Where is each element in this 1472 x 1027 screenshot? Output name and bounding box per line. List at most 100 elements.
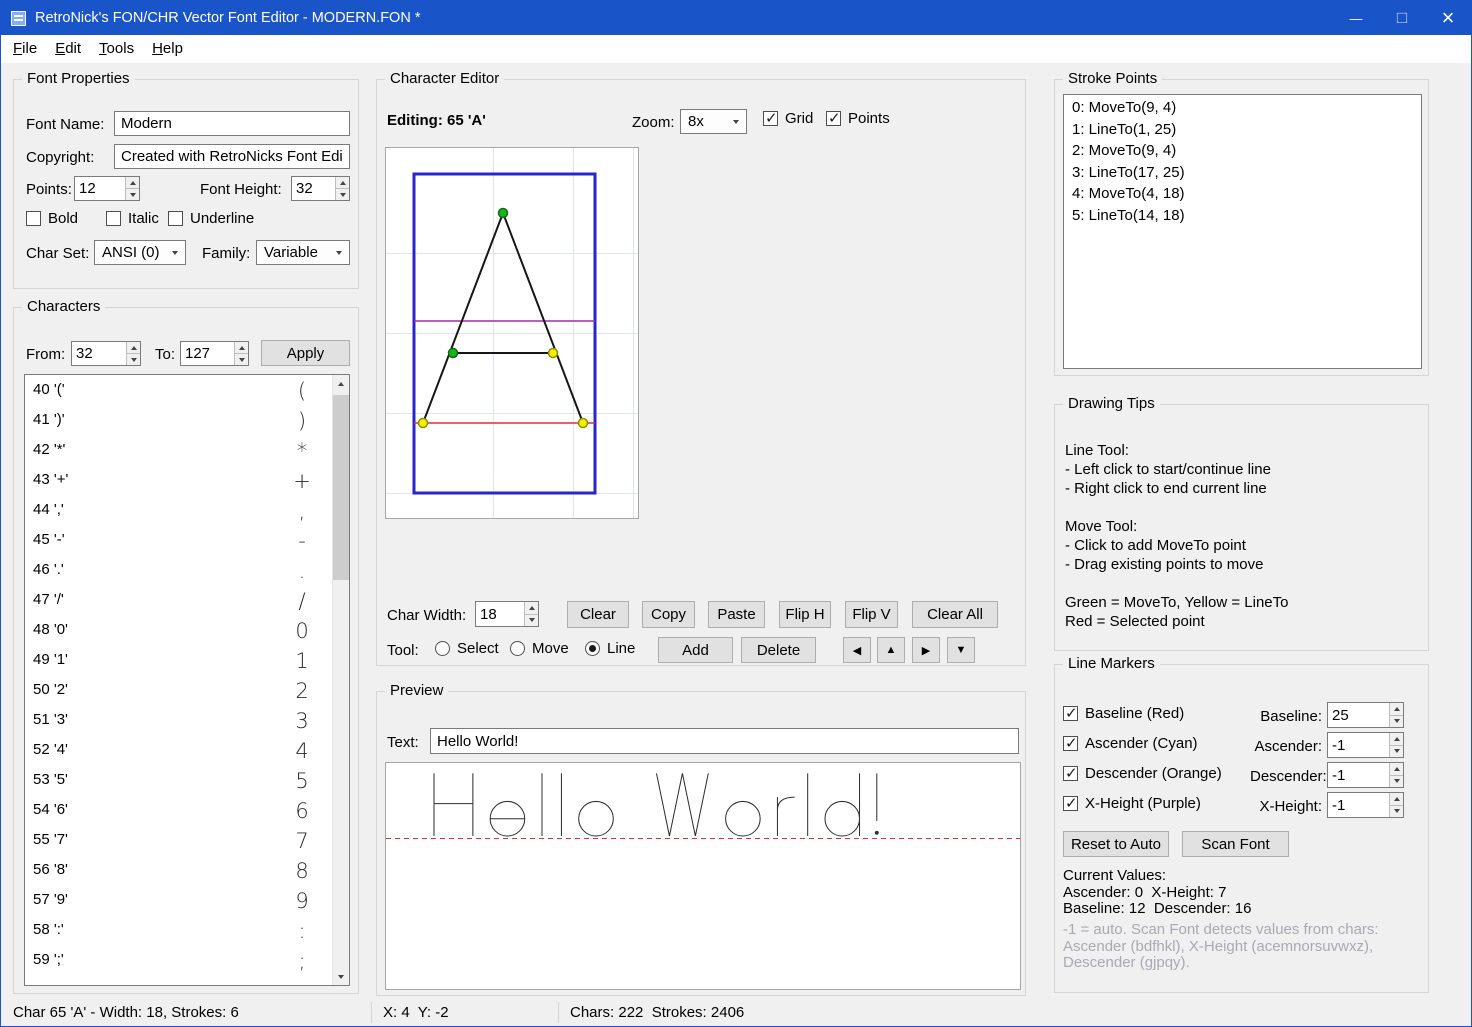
stroke-point-item[interactable]: 3: LineTo(17, 25) — [1064, 162, 1421, 184]
char-list-item[interactable]: 53 '5' 5 — [25, 766, 332, 796]
ascender-spinner[interactable] — [1327, 732, 1404, 758]
zoom-dropdown[interactable]: 8x — [680, 109, 747, 134]
font-height-down-button[interactable] — [336, 189, 349, 200]
xheight-input[interactable] — [1328, 793, 1389, 817]
moveto-point[interactable] — [497, 207, 509, 219]
char-list-item[interactable]: 40 '(' ( — [25, 376, 332, 406]
tool-select-radio[interactable]: Select — [435, 640, 499, 657]
descender-up-button[interactable] — [1390, 763, 1403, 776]
char-set-dropdown[interactable]: ANSI (0) — [94, 240, 186, 265]
nudge-right-button[interactable]: ▶ — [912, 637, 940, 663]
xheight-up-button[interactable] — [1390, 793, 1403, 806]
delete-button[interactable]: Delete — [741, 637, 816, 663]
scroll-thumb[interactable] — [333, 395, 349, 580]
grid-checkbox[interactable]: Grid — [763, 109, 813, 127]
baseline-input[interactable] — [1328, 703, 1389, 727]
xheight-spinner[interactable] — [1327, 792, 1404, 818]
tool-move-radio[interactable]: Move — [510, 640, 569, 657]
menu-edit[interactable]: Edit — [46, 36, 90, 62]
points-checkbox[interactable]: Points — [826, 109, 890, 127]
add-button[interactable]: Add — [658, 637, 733, 663]
to-input[interactable] — [181, 342, 234, 365]
bold-checkbox[interactable]: Bold — [26, 210, 78, 227]
stroke-point-item[interactable]: 5: LineTo(14, 18) — [1064, 205, 1421, 227]
close-button[interactable] — [1425, 1, 1471, 35]
char-list-item[interactable]: 51 '3' 3 — [25, 706, 332, 736]
points-up-button[interactable] — [126, 177, 139, 189]
ascender-down-button[interactable] — [1390, 745, 1403, 757]
font-name-input[interactable] — [114, 111, 350, 136]
copy-button[interactable]: Copy — [642, 601, 695, 628]
menu-help[interactable]: Help — [143, 36, 192, 62]
char-list-item[interactable]: 46 '.'. — [25, 556, 332, 586]
ascender-checkbox[interactable]: Ascender (Cyan) — [1063, 734, 1198, 752]
char-list-item[interactable]: 49 '1' 1 — [25, 646, 332, 676]
points-spinner[interactable] — [74, 176, 140, 201]
paste-button[interactable]: Paste — [708, 601, 765, 628]
stroke-point-item[interactable]: 1: LineTo(1, 25) — [1064, 119, 1421, 141]
points-input[interactable] — [75, 177, 125, 200]
flip-h-button[interactable]: Flip H — [779, 601, 831, 628]
stroke-point-item[interactable]: 2: MoveTo(9, 4) — [1064, 140, 1421, 162]
nudge-up-button[interactable]: ▲ — [877, 637, 905, 663]
family-dropdown[interactable]: Variable — [256, 240, 350, 265]
char-width-input[interactable] — [476, 602, 524, 626]
char-width-down-button[interactable] — [525, 614, 538, 626]
xheight-checkbox[interactable]: X-Height (Purple) — [1063, 794, 1201, 812]
from-down-button[interactable] — [127, 354, 140, 365]
font-height-spinner[interactable] — [291, 176, 350, 201]
char-list-item[interactable]: 52 '4' 4 — [25, 736, 332, 766]
menu-file[interactable]: File — [4, 36, 46, 62]
baseline-checkbox[interactable]: Baseline (Red) — [1063, 704, 1184, 722]
points-down-button[interactable] — [126, 189, 139, 200]
scroll-down-button[interactable] — [333, 968, 349, 985]
lineto-point[interactable] — [417, 417, 429, 429]
baseline-up-button[interactable] — [1390, 703, 1403, 716]
char-list-item[interactable]: 59 ';'; — [25, 946, 332, 976]
char-list-scrollbar[interactable] — [332, 375, 349, 985]
char-list-item[interactable]: 45 '-' - — [25, 526, 332, 556]
font-height-input[interactable] — [292, 177, 335, 200]
lineto-point[interactable] — [577, 417, 589, 429]
reset-to-auto-button[interactable]: Reset to Auto — [1063, 831, 1169, 857]
from-spinner[interactable] — [71, 341, 141, 366]
char-width-spinner[interactable] — [475, 601, 539, 627]
to-up-button[interactable] — [235, 342, 248, 354]
char-list-item[interactable]: 44 ',', — [25, 496, 332, 526]
descender-spinner[interactable] — [1327, 762, 1404, 788]
char-list-item[interactable]: 42 '*' * — [25, 436, 332, 466]
minimize-button[interactable] — [1333, 1, 1379, 35]
underline-checkbox[interactable]: Underline — [168, 210, 254, 227]
italic-checkbox[interactable]: Italic — [106, 210, 159, 227]
char-list-item[interactable]: 43 '+' + — [25, 466, 332, 496]
menu-tools[interactable]: Tools — [90, 36, 143, 62]
preview-text-input[interactable] — [430, 728, 1019, 754]
char-list-item[interactable]: 41 ')') — [25, 406, 332, 436]
nudge-left-button[interactable]: ◀ — [843, 637, 871, 663]
glyph-canvas[interactable] — [385, 147, 639, 519]
stroke-point-item[interactable]: 0: MoveTo(9, 4) — [1064, 97, 1421, 119]
descender-input[interactable] — [1328, 763, 1389, 787]
char-list-item[interactable]: 54 '6' 6 — [25, 796, 332, 826]
clear-button[interactable]: Clear — [567, 601, 629, 628]
char-list-item[interactable]: 50 '2' 2 — [25, 676, 332, 706]
descender-down-button[interactable] — [1390, 775, 1403, 787]
apply-button[interactable]: Apply — [261, 340, 350, 366]
nudge-down-button[interactable]: ▼ — [947, 637, 975, 663]
scan-font-button[interactable]: Scan Font — [1182, 831, 1289, 857]
char-list-item[interactable]: 56 '8' 8 — [25, 856, 332, 886]
tool-line-radio[interactable]: Line — [585, 640, 635, 657]
char-list-item[interactable]: 48 '0' 0 — [25, 616, 332, 646]
baseline-spinner[interactable] — [1327, 702, 1404, 728]
char-list-item[interactable]: 58 ':': — [25, 916, 332, 946]
clear-all-button[interactable]: Clear All — [912, 601, 998, 628]
from-up-button[interactable] — [127, 342, 140, 354]
baseline-down-button[interactable] — [1390, 715, 1403, 727]
xheight-down-button[interactable] — [1390, 805, 1403, 817]
lineto-point[interactable] — [547, 347, 559, 359]
copyright-input[interactable] — [114, 144, 350, 169]
to-spinner[interactable] — [180, 341, 249, 366]
scroll-up-button[interactable] — [333, 375, 349, 392]
ascender-up-button[interactable] — [1390, 733, 1403, 746]
to-down-button[interactable] — [235, 354, 248, 365]
